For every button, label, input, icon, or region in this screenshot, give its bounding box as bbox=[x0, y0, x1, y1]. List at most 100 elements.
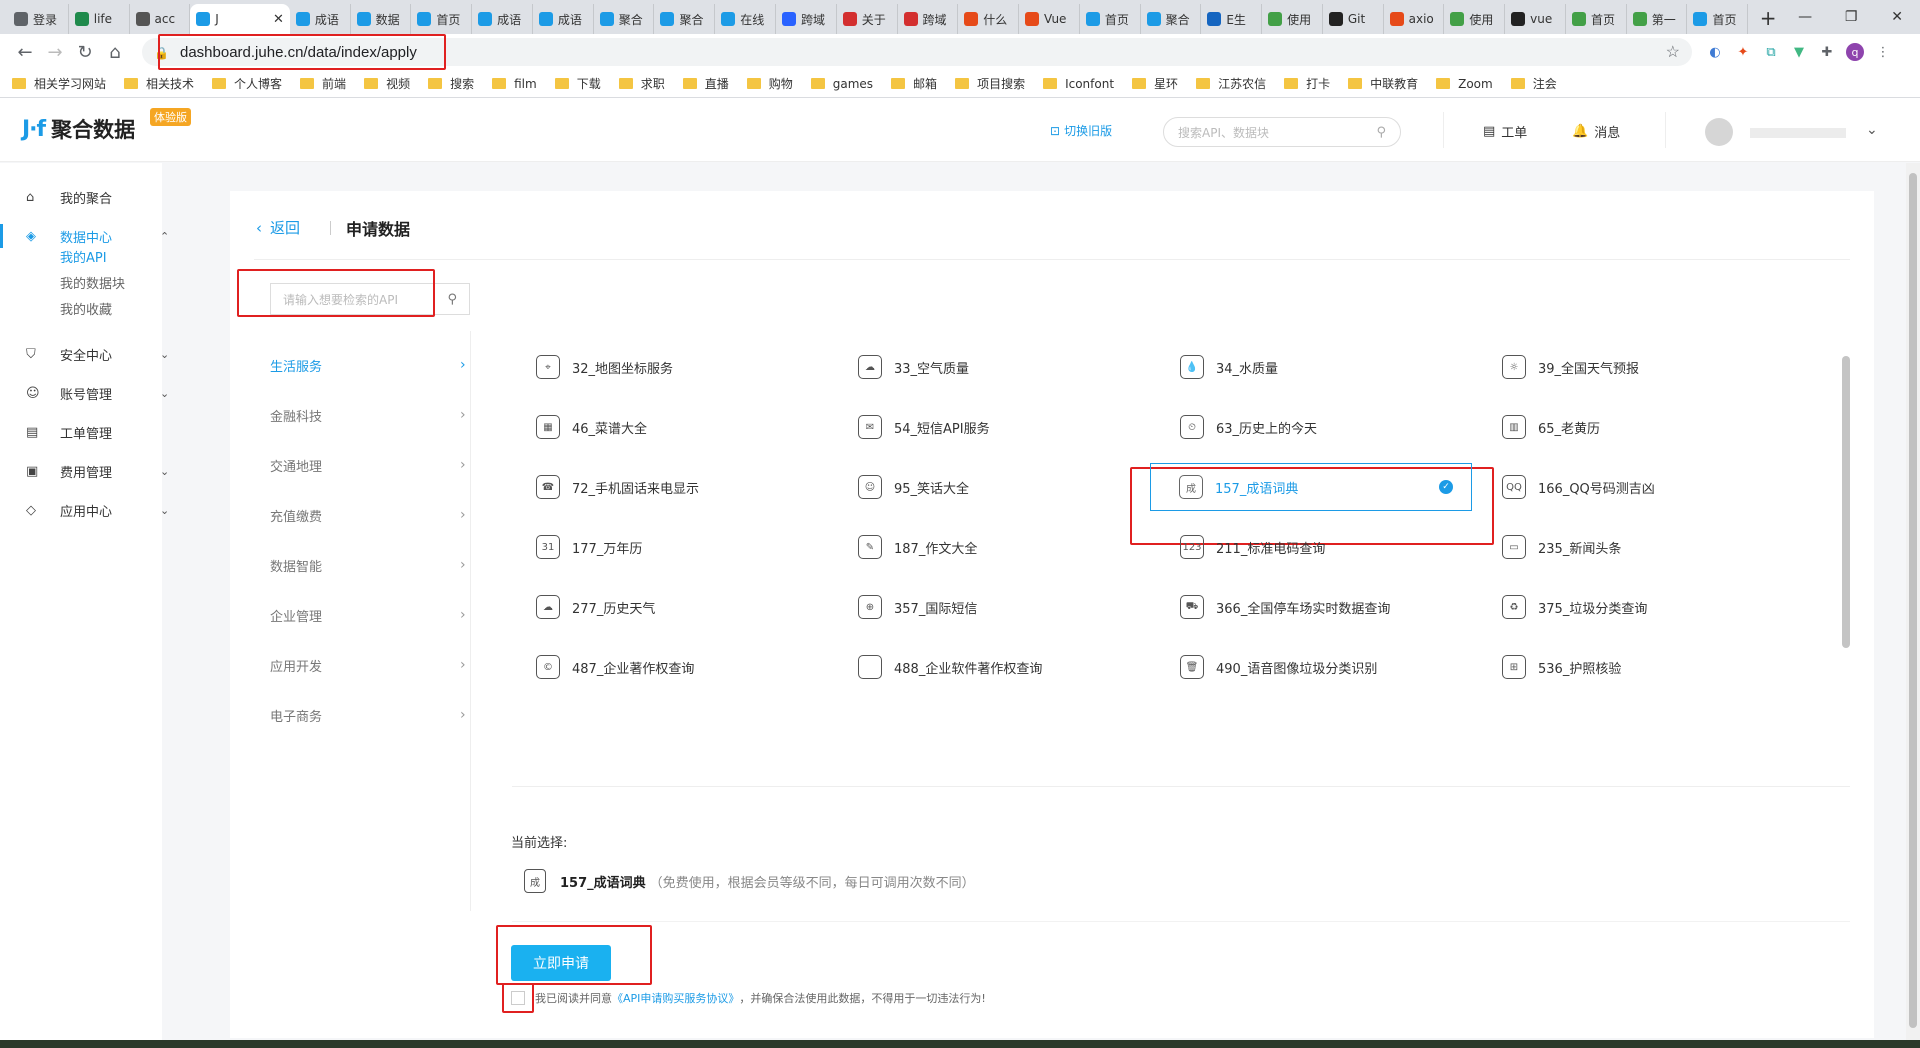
vue-devtools-icon[interactable]: ▼ bbox=[1790, 43, 1808, 61]
api-item[interactable]: ▥ 65_老黄历 bbox=[1502, 407, 1802, 447]
api-item[interactable]: 💧 34_水质量 bbox=[1180, 347, 1480, 387]
search-icon[interactable]: ⚲ bbox=[1376, 125, 1386, 140]
chevron-down-icon[interactable]: ⌄ bbox=[1866, 122, 1878, 138]
sidebar-item[interactable]: ◇ 应用中心 ⌄ bbox=[0, 498, 169, 522]
api-item[interactable]: ▭ 235_新闻头条 bbox=[1502, 527, 1802, 567]
api-item[interactable]: ⊞ 536_护照核验 bbox=[1502, 647, 1802, 687]
bookmark-item[interactable]: 打卡 bbox=[1284, 75, 1330, 92]
browser-tab[interactable]: 成语 bbox=[472, 4, 533, 34]
sidebar-item[interactable]: ⛉ 安全中心 ⌄ bbox=[0, 342, 169, 366]
sidebar-item[interactable]: ◈ 数据中心 ⌃ bbox=[0, 224, 169, 248]
chevron-down-icon[interactable]: ⌄ bbox=[160, 504, 169, 517]
bookmark-item[interactable]: 前端 bbox=[300, 75, 346, 92]
chevron-down-icon[interactable]: ⌄ bbox=[160, 348, 169, 361]
browser-tab[interactable]: 跨域 bbox=[776, 4, 837, 34]
browser-tab[interactable]: 首页 bbox=[1080, 4, 1141, 34]
bookmark-item[interactable]: 相关技术 bbox=[124, 75, 194, 92]
browser-tab[interactable]: axio bbox=[1384, 4, 1445, 34]
browser-tab[interactable]: 第一 bbox=[1627, 4, 1688, 34]
maximize-button[interactable]: ❐ bbox=[1828, 0, 1874, 34]
close-window-button[interactable]: ✕ bbox=[1874, 0, 1920, 34]
agreement-link[interactable]: 《API申请购买服务协议》 bbox=[612, 990, 739, 1006]
puzzle-icon[interactable]: ✚ bbox=[1818, 43, 1836, 61]
sidebar-subitem[interactable]: 我的数据块 bbox=[60, 273, 125, 292]
browser-tab[interactable]: 在线 bbox=[715, 4, 776, 34]
api-item[interactable]: 488_企业软件著作权查询 bbox=[858, 647, 1158, 687]
bookmark-item[interactable]: 下载 bbox=[554, 75, 601, 92]
api-item[interactable]: ✉ 54_短信API服务 bbox=[858, 407, 1158, 447]
new-tab-button[interactable]: + bbox=[1754, 4, 1782, 32]
browser-tab[interactable]: 数据 bbox=[351, 4, 412, 34]
category-item[interactable]: 电子商务 › bbox=[264, 695, 470, 735]
api-item[interactable]: ☼ 39_全国天气预报 bbox=[1502, 347, 1802, 387]
page-scrollbar[interactable] bbox=[1906, 163, 1920, 1048]
api-item[interactable]: ☁ 277_历史天气 bbox=[536, 587, 836, 627]
extension-icon[interactable]: ⧉ bbox=[1762, 43, 1780, 61]
bookmark-item[interactable]: 求职 bbox=[618, 75, 665, 92]
api-item[interactable]: ⛟ 366_全国停车场实时数据查询 bbox=[1180, 587, 1480, 627]
chevron-down-icon[interactable]: ⌄ bbox=[160, 387, 169, 400]
browser-tab[interactable]: life bbox=[69, 4, 130, 34]
browser-tab[interactable]: Git bbox=[1323, 4, 1384, 34]
browser-tab[interactable]: vue bbox=[1505, 4, 1566, 34]
category-item[interactable]: 生活服务 › bbox=[264, 345, 470, 385]
home-icon[interactable]: ⌂ bbox=[100, 37, 130, 67]
sidebar-item[interactable]: ☺ 账号管理 ⌄ bbox=[0, 381, 169, 405]
bookmark-item[interactable]: Zoom bbox=[1436, 77, 1493, 91]
category-item[interactable]: 交通地理 › bbox=[264, 445, 470, 485]
api-item[interactable]: ⏲ 63_历史上的今天 bbox=[1180, 407, 1480, 447]
bookmark-item[interactable]: 江苏农信 bbox=[1196, 75, 1266, 92]
bookmark-item[interactable]: 搜索 bbox=[428, 75, 474, 92]
bookmark-item[interactable]: 星环 bbox=[1132, 75, 1178, 92]
api-item[interactable]: ⊕ 357_国际短信 bbox=[858, 587, 1158, 627]
api-item[interactable]: 31 177_万年历 bbox=[536, 527, 836, 567]
bookmark-star-icon[interactable]: ☆ bbox=[1666, 42, 1680, 62]
api-item[interactable]: ▦ 46_菜谱大全 bbox=[536, 407, 836, 447]
browser-tab[interactable]: acc bbox=[130, 4, 191, 34]
browser-tab[interactable]: Vue bbox=[1019, 4, 1080, 34]
sidebar-item[interactable]: ⌂ 我的聚合 bbox=[0, 185, 162, 209]
api-item[interactable]: ♻ 375_垃圾分类查询 bbox=[1502, 587, 1802, 627]
browser-tab[interactable]: 登录 bbox=[8, 4, 69, 34]
api-item[interactable]: QQ 166_QQ号码测吉凶 bbox=[1502, 467, 1802, 507]
messages-link[interactable]: 🔔 消息 bbox=[1572, 122, 1620, 141]
api-item[interactable]: ☎ 72_手机固话来电显示 bbox=[536, 467, 836, 507]
sidebar-item[interactable]: ▤ 工单管理 bbox=[0, 420, 162, 444]
reload-icon[interactable]: ↻ bbox=[70, 37, 100, 67]
close-tab-icon[interactable]: ✕ bbox=[273, 12, 284, 27]
browser-tab[interactable]: 聚合 bbox=[594, 4, 655, 34]
bookmark-item[interactable]: 注会 bbox=[1510, 75, 1557, 92]
api-item[interactable]: © 487_企业著作权查询 bbox=[536, 647, 836, 687]
api-item[interactable]: 🗑 490_语音图像垃圾分类识别 bbox=[1180, 647, 1480, 687]
browser-tab[interactable]: 跨域 bbox=[898, 4, 959, 34]
bookmark-item[interactable]: 相关学习网站 bbox=[12, 75, 106, 92]
bookmark-item[interactable]: 项目搜索 bbox=[955, 75, 1025, 92]
minimize-button[interactable]: — bbox=[1782, 0, 1828, 34]
browser-tab[interactable]: 使用 bbox=[1444, 4, 1506, 34]
extension-icon[interactable]: ◐ bbox=[1706, 43, 1724, 61]
bookmark-item[interactable]: Iconfont bbox=[1043, 77, 1114, 91]
browser-tab[interactable]: 聚合 bbox=[1141, 4, 1202, 34]
category-item[interactable]: 应用开发 › bbox=[264, 645, 470, 685]
back-arrow-icon[interactable]: ← bbox=[10, 37, 40, 67]
browser-tab[interactable]: 成语 bbox=[290, 4, 351, 34]
bookmark-item[interactable]: 直播 bbox=[682, 75, 729, 92]
bookmark-item[interactable]: 视频 bbox=[364, 75, 410, 92]
api-item[interactable]: 成 157_成语词典 ✓ bbox=[1150, 463, 1472, 511]
user-avatar[interactable] bbox=[1705, 118, 1733, 146]
browser-tab[interactable]: 首页 bbox=[1687, 4, 1749, 34]
chevron-up-icon[interactable]: ⌃ bbox=[160, 230, 169, 243]
browser-tab[interactable]: E生 bbox=[1201, 4, 1263, 34]
api-item[interactable]: ⌖ 32_地图坐标服务 bbox=[536, 347, 836, 387]
ticket-link[interactable]: ▤ 工单 bbox=[1483, 122, 1527, 141]
sidebar-item[interactable]: ▣ 费用管理 ⌄ bbox=[0, 459, 169, 483]
extension-icon[interactable]: ✦ bbox=[1734, 43, 1752, 61]
category-item[interactable]: 充值缴费 › bbox=[264, 495, 470, 535]
api-item[interactable]: ☁ 33_空气质量 bbox=[858, 347, 1158, 387]
browser-tab[interactable]: 什么 bbox=[958, 4, 1020, 34]
category-item[interactable]: 金融科技 › bbox=[264, 395, 470, 435]
category-item[interactable]: 企业管理 › bbox=[264, 595, 470, 635]
browser-tab[interactable]: 成语 bbox=[533, 4, 594, 34]
browser-tab[interactable]: 首页 bbox=[1566, 4, 1627, 34]
api-item[interactable]: 123 211_标准电码查询 bbox=[1180, 527, 1480, 567]
